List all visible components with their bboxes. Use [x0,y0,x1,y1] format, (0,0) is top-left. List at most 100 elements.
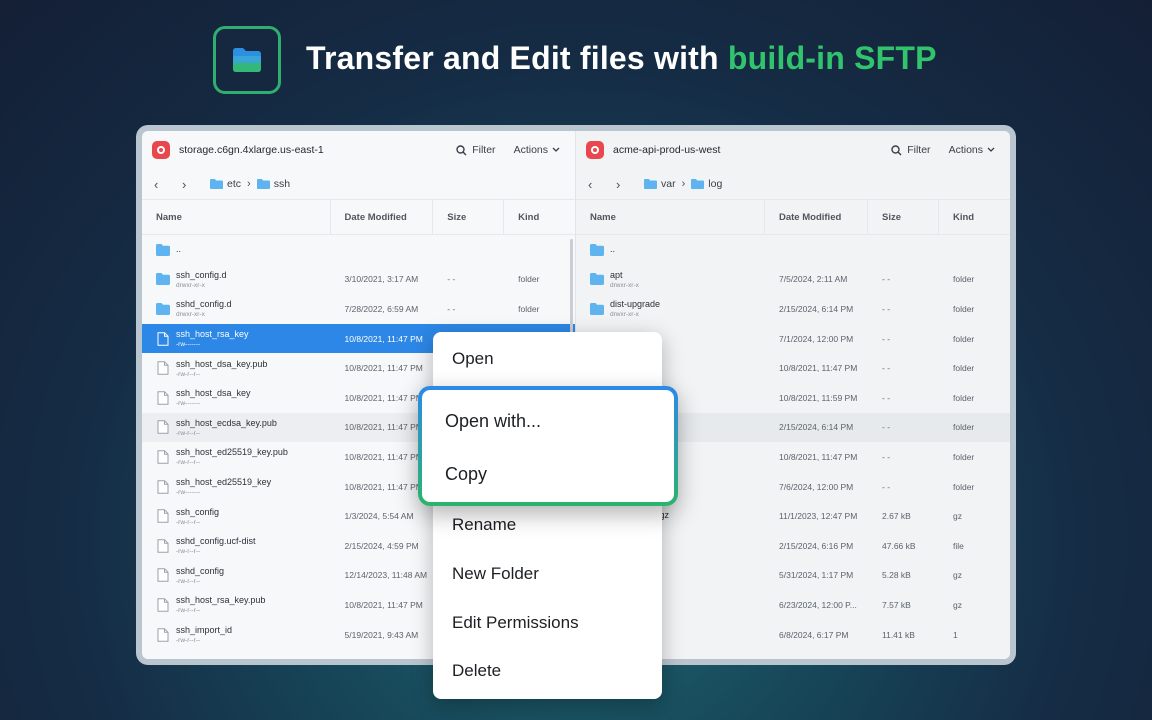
table-row[interactable]: .. [576,235,1010,265]
right-actions-button[interactable]: Actions [949,144,1000,156]
cell-date: 2/15/2024, 4:59 PM [344,540,419,551]
file-permissions: -rw------- [176,400,201,408]
cell-kind: folder [518,274,540,285]
server-icon [586,141,604,159]
chevron-down-icon [987,147,995,152]
column-name-header[interactable]: Name [142,200,331,234]
folder-icon [590,273,604,286]
breadcrumb-item[interactable]: etc [210,178,241,190]
right-breadcrumb-bar: ‹ › var › log [576,169,1010,199]
file-icon [157,479,169,494]
breadcrumb-label: ssh [273,178,291,190]
file-permissions: -rw-r--r-- [176,429,201,437]
breadcrumb-label: var [661,178,676,190]
cell-name: apt drwxr-xr-x [576,270,765,289]
file-permissions: -rw-r--r-- [176,607,201,615]
table-row[interactable]: dist-upgrade drwxr-xr-x 2/15/2024, 6:14 PM… [576,294,1010,324]
file-permissions: -rw-r--r-- [176,459,201,467]
cell-date: 10/8/2021, 11:47 PM [344,333,423,344]
cell-kind: folder [953,451,975,462]
search-icon [456,144,467,155]
menu-item-delete[interactable]: Delete [452,661,501,681]
column-size-header[interactable]: Size [433,200,505,234]
forward-icon[interactable]: › [616,177,636,192]
filter-label: Filter [472,144,496,156]
cell-date: 5/31/2024, 1:17 PM [779,570,854,581]
file-permissions: -rw-r--r-- [176,548,201,556]
breadcrumb-item[interactable]: var [644,178,676,190]
cell-size: - - [447,303,456,314]
left-actions-button[interactable]: Actions [514,144,565,156]
cell-kind: gz [953,599,962,610]
table-row[interactable]: sshd_config.d drwxr-xr-x 7/28/2022, 6:59 A… [142,294,575,324]
breadcrumb-item[interactable]: ssh [256,178,291,190]
column-date-header[interactable]: Date Modified [331,200,434,234]
cell-kind: gz [953,511,962,522]
file-name: sshd_config [176,565,225,576]
file-name: ssh_host_ed25519_key.pub [176,447,288,458]
right-filter-button[interactable]: Filter [891,144,931,156]
cell-size: - - [882,274,891,285]
file-icon [157,598,169,612]
column-kind-header[interactable]: Kind [504,200,575,234]
highlight-inner: Open with... Copy [422,390,674,502]
breadcrumb-separator-icon: › [247,178,251,190]
table-row[interactable]: ssh_config.d drwxr-xr-x 3/10/2021, 3:17 AM… [142,265,575,295]
cell-name: ssh_config -rw-r--r-- [142,507,331,526]
cell-size: - - [882,392,891,403]
cell-name: ssh_host_ed25519_key.pub -rw-r--r-- [142,447,331,466]
menu-item-rename[interactable]: Rename [452,515,516,535]
cell-name: sshd_config.ucf-dist -rw-r--r-- [142,536,331,555]
column-size-header[interactable]: Size [868,200,939,234]
menu-item-edit-permissions[interactable]: Edit Permissions [452,613,579,633]
cell-date: 2/15/2024, 6:14 PM [779,422,854,433]
table-row[interactable]: apt drwxr-xr-x 7/5/2024, 2:11 AM - - folder [576,265,1010,295]
right-server-name: acme-api-prod-us-west [613,144,721,156]
cell-date: 5/19/2021, 9:43 AM [344,629,419,640]
menu-item-open[interactable]: Open [452,349,494,369]
cell-kind: file [953,540,964,551]
chevron-down-icon [552,147,560,152]
file-icon [157,331,169,346]
cell-date: 10/8/2021, 11:47 PM [779,451,858,462]
cell-date: 7/5/2024, 2:11 AM [779,274,848,285]
left-breadcrumb-bar: ‹ › etc › ssh [142,169,575,199]
cell-size: 5.28 kB [882,570,911,581]
breadcrumb-item[interactable]: log [691,178,722,190]
column-name-header[interactable]: Name [576,200,765,234]
table-row[interactable]: .. [142,235,575,265]
file-name: ssh_host_rsa_key [176,329,249,340]
breadcrumb-label: log [708,178,723,190]
breadcrumb-label: etc [227,178,242,190]
menu-item-open-with[interactable]: Open with... [445,411,541,432]
hero-title-text: Transfer and Edit files with [306,40,728,76]
column-headers: Name Date Modified Size Kind [142,199,575,235]
file-name: apt [610,269,623,280]
cell-date: 10/8/2021, 11:47 PM [779,363,858,374]
hero-title-accent: build-in SFTP [727,40,937,76]
forward-icon[interactable]: › [182,177,202,192]
file-icon [157,390,169,405]
menu-item-new-folder[interactable]: New Folder [452,564,539,584]
folder-icon [256,179,270,189]
actions-label: Actions [513,144,548,156]
file-permissions: drwxr-xr-x [176,281,205,289]
back-icon[interactable]: ‹ [154,177,174,192]
cell-size: - - [882,333,891,344]
file-permissions: -rw------- [176,489,201,497]
cell-kind: folder [953,422,975,433]
cell-size: - - [882,481,891,492]
actions-label: Actions [948,144,983,156]
column-kind-header[interactable]: Kind [939,200,1010,234]
file-name: ssh_host_rsa_key.pub [176,595,266,606]
cell-date: 12/14/2023, 11:48 AM [344,570,428,581]
file-permissions: -rw-r--r-- [176,370,201,378]
app-folder-icon [213,26,281,94]
left-filter-button[interactable]: Filter [456,144,496,156]
cell-date: 2/15/2024, 6:16 PM [779,540,854,551]
back-icon[interactable]: ‹ [588,177,608,192]
file-name: ssh_host_dsa_key.pub [176,358,268,369]
file-permissions: -rw-r--r-- [176,637,201,645]
column-date-header[interactable]: Date Modified [765,200,868,234]
menu-item-copy[interactable]: Copy [445,464,487,485]
